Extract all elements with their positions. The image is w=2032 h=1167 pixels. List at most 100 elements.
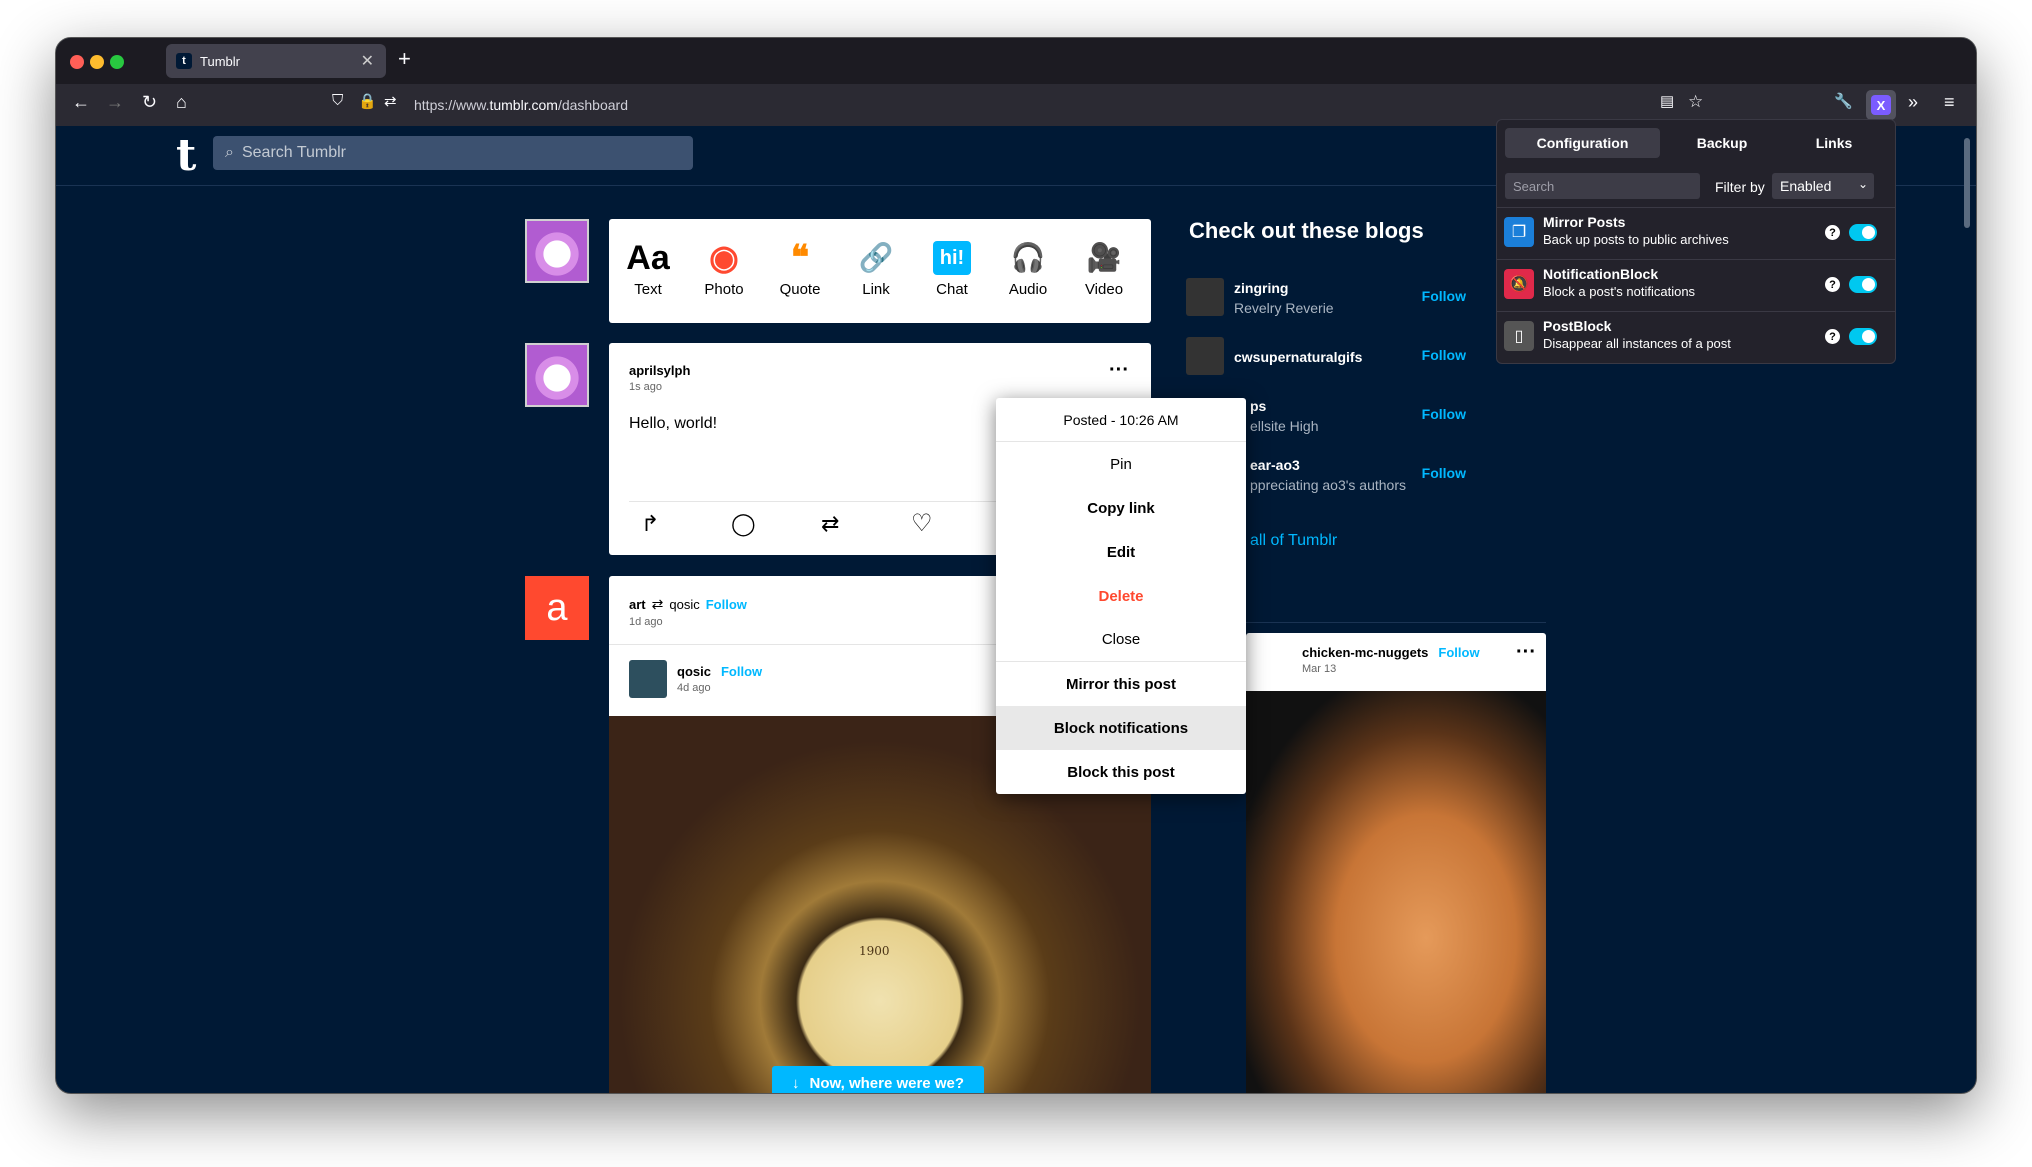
follow-button[interactable]: Follow (721, 664, 762, 679)
search-input[interactable]: ⌕ Search Tumblr (213, 136, 693, 170)
post-options-menu: Posted - 10:26 AM Pin Copy link Edit Del… (996, 398, 1246, 794)
minimize-window-icon[interactable] (90, 55, 104, 69)
follow-button[interactable]: Follow (1422, 406, 1466, 422)
copy-icon: ❐ (1504, 217, 1534, 247)
reader-view-icon[interactable]: ▤ (1660, 92, 1674, 110)
clock-label: 1900 (859, 944, 890, 958)
reblog-small-icon: ⇄ (651, 596, 664, 612)
menu-item-close[interactable]: Close (996, 618, 1246, 662)
avatar[interactable] (525, 343, 589, 407)
extension-button[interactable]: X (1866, 90, 1896, 120)
menu-item-block-notifications[interactable]: Block notifications (996, 706, 1246, 750)
reply-icon[interactable]: ◯ (731, 511, 756, 537)
tab-configuration[interactable]: Configuration (1505, 128, 1660, 158)
jump-back-button[interactable]: ↓ Now, where were we? (772, 1066, 984, 1093)
menu-item-edit[interactable]: Edit (996, 530, 1246, 574)
feature-toggle[interactable] (1849, 276, 1877, 293)
sidebar-title: Check out these blogs (1189, 218, 1424, 243)
feature-description: Back up posts to public archives (1543, 232, 1729, 247)
help-icon[interactable]: ? (1825, 277, 1840, 292)
menu-item-mirror[interactable]: Mirror this post (996, 662, 1246, 706)
blog-name: cwsupernaturalgifs (1234, 349, 1363, 365)
overflow-chevron-icon[interactable]: » (1908, 92, 1918, 113)
jump-back-label: Now, where were we? (809, 1074, 965, 1092)
follow-button[interactable]: Follow (706, 597, 747, 612)
chat-icon: hi! (933, 241, 971, 275)
compose-chat-button[interactable]: hi! Chat (917, 235, 987, 298)
tumblr-favicon-icon: t (176, 53, 192, 69)
compose-label: Chat (936, 281, 968, 298)
reload-icon[interactable]: ↻ (142, 92, 157, 113)
feature-toggle[interactable] (1849, 328, 1877, 345)
post-options-icon[interactable]: ··· (1516, 642, 1536, 662)
follow-button[interactable]: Follow (1422, 288, 1466, 304)
compose-audio-button[interactable]: 🎧 Audio (993, 235, 1063, 298)
feature-toggle[interactable] (1849, 224, 1877, 241)
home-icon[interactable]: ⌂ (176, 92, 187, 113)
avatar[interactable] (525, 219, 589, 283)
recommended-blog[interactable]: cwsupernaturalgifs Follow (1186, 337, 1466, 387)
hamburger-menu-icon[interactable]: ≡ (1944, 92, 1955, 113)
post-options-icon[interactable]: ··· (1109, 360, 1129, 380)
zoom-window-icon[interactable] (110, 55, 124, 69)
extension-search-input[interactable]: Search (1505, 173, 1700, 199)
page-scrollbar[interactable] (1964, 138, 1970, 228)
follow-button[interactable]: Follow (1422, 465, 1466, 481)
share-icon[interactable]: ↱ (641, 511, 659, 537)
link-icon: 🔗 (858, 242, 894, 273)
post-image[interactable] (1246, 691, 1546, 1093)
feature-row-postblock: ▯ PostBlock Disappear all instances of a… (1497, 311, 1895, 363)
quote-icon: ❝ (790, 239, 810, 277)
tab-backup[interactable]: Backup (1662, 128, 1782, 158)
compose-video-button[interactable]: 🎥 Video (1069, 235, 1139, 298)
compose-photo-button[interactable]: ◉ Photo (689, 235, 759, 298)
menu-item-delete[interactable]: Delete (996, 574, 1246, 618)
menu-item-copy-link[interactable]: Copy link (996, 486, 1246, 530)
avatar[interactable] (629, 660, 667, 698)
tab-title: Tumblr (200, 53, 240, 69)
wrench-icon[interactable]: 🔧 (1834, 92, 1853, 110)
post-composer: Aa Text ◉ Photo ❝ Quote 🔗 Link hi! Chat 🎧 Audi… (609, 219, 1151, 323)
close-tab-icon[interactable]: ✕ (361, 51, 374, 71)
compose-label: Text (634, 281, 662, 298)
help-icon[interactable]: ? (1825, 329, 1840, 344)
like-heart-icon[interactable]: ♡ (911, 509, 933, 538)
follow-button[interactable]: Follow (1422, 347, 1466, 363)
recommended-blog[interactable]: zingring Revelry Reverie Follow (1186, 278, 1466, 328)
blog-title: ellsite High (1250, 418, 1319, 434)
close-window-icon[interactable] (70, 55, 84, 69)
tab-links[interactable]: Links (1784, 128, 1884, 158)
reblog-icon[interactable]: ⇄ (821, 511, 839, 537)
explore-link[interactable]: all of Tumblr (1250, 532, 1337, 550)
post-username[interactable]: aprilsylph (629, 363, 690, 378)
back-icon[interactable]: ← (72, 92, 90, 113)
compose-label: Audio (1008, 281, 1048, 298)
camera-icon: ◉ (709, 239, 739, 277)
follow-button[interactable]: Follow (1438, 645, 1479, 660)
avatar[interactable] (1186, 278, 1224, 316)
new-tab-icon[interactable]: + (398, 46, 411, 72)
compose-label: Quote (779, 281, 821, 298)
forward-icon[interactable]: → (106, 92, 124, 113)
menu-item-pin[interactable]: Pin (996, 442, 1246, 486)
text-icon: Aa (626, 239, 670, 277)
post-username[interactable]: chicken-mc-nuggets (1302, 645, 1428, 660)
video-camera-icon: 🎥 (1086, 242, 1122, 273)
bookmark-star-icon[interactable]: ☆ (1688, 92, 1703, 112)
compose-link-button[interactable]: 🔗 Link (841, 235, 911, 298)
compose-quote-button[interactable]: ❝ Quote (765, 235, 835, 298)
avatar[interactable] (1186, 337, 1224, 375)
help-icon[interactable]: ? (1825, 225, 1840, 240)
url-bar[interactable]: https://www. tumblr.com/dashboard (324, 89, 1764, 121)
menu-item-block-post[interactable]: Block this post (996, 750, 1246, 794)
tumblr-logo[interactable]: t (176, 130, 196, 181)
browser-tab[interactable]: t Tumblr ✕ (166, 44, 386, 78)
avatar[interactable]: a (525, 576, 589, 640)
reblog-username[interactable]: qosic (669, 597, 699, 612)
post-username[interactable]: qosic (677, 664, 711, 679)
compose-text-button[interactable]: Aa Text (613, 235, 683, 298)
feature-description: Block a post's notifications (1543, 284, 1696, 299)
post-username[interactable]: art (629, 597, 646, 612)
chevron-down-icon: ⌄ (1857, 177, 1868, 191)
filter-select[interactable]: Enabled ⌄ (1772, 173, 1874, 199)
